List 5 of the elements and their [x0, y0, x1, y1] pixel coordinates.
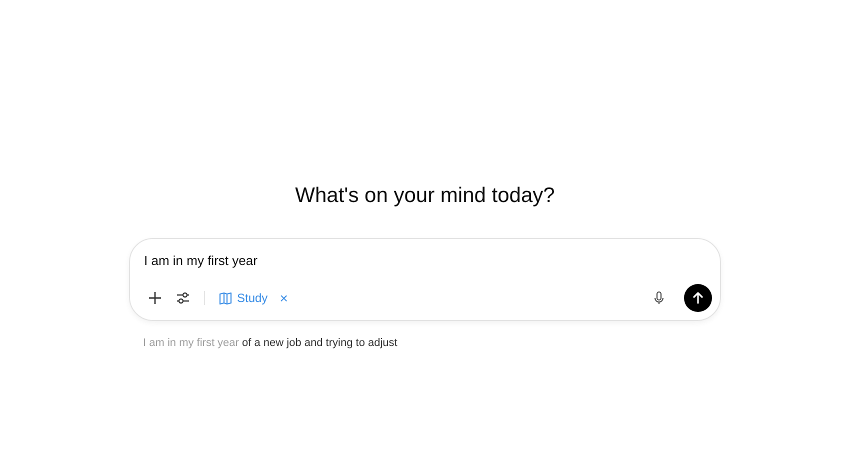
- arrow-up-icon: [692, 292, 704, 304]
- message-input[interactable]: I am in my first year Study ×: [129, 238, 721, 321]
- suggestion-item[interactable]: I am in my first year of a new job and trying to adjust: [143, 337, 707, 349]
- send-button[interactable]: [684, 284, 712, 312]
- heading: What's on your mind today?: [295, 183, 555, 209]
